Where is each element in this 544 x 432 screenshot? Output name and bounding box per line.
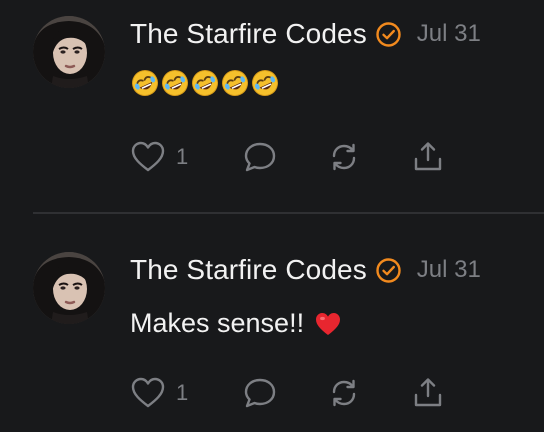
rofl-emoji-icon (190, 68, 220, 98)
post-date[interactable]: Jul 31 (417, 256, 481, 284)
share-button[interactable] (410, 373, 446, 413)
reply-button[interactable] (242, 373, 278, 413)
red-heart-emoji-icon (314, 311, 342, 337)
rofl-emoji-icon (250, 68, 280, 98)
like-button[interactable]: 1 (130, 137, 188, 177)
repost-arrows-icon (332, 143, 356, 171)
post-header: The Starfire Codes Jul 31 (130, 254, 481, 286)
repost-arrows-icon (332, 379, 356, 407)
post-body: Makes sense!! (130, 308, 342, 339)
speech-bubble-icon (244, 378, 276, 408)
share-upload-icon (414, 142, 442, 171)
thread-feed: The Starfire Codes Jul 31 1 The Starfire… (0, 0, 544, 432)
emoji-row (130, 68, 280, 98)
like-count: 1 (176, 380, 189, 405)
like-count: 1 (176, 144, 189, 169)
avatar[interactable] (33, 16, 105, 88)
post-date[interactable]: Jul 31 (417, 20, 481, 48)
author-name[interactable]: The Starfire Codes (130, 254, 367, 286)
post-body (130, 68, 280, 98)
rofl-emoji-icon (220, 68, 250, 98)
post-actions: 1 (130, 137, 460, 177)
like-button[interactable]: 1 (130, 373, 188, 413)
heart-outline-icon (131, 141, 165, 172)
verified-check-icon (375, 21, 402, 48)
heart-outline-icon (131, 377, 165, 408)
post-header: The Starfire Codes Jul 31 (130, 18, 481, 50)
rofl-emoji-icon (130, 68, 160, 98)
author-name[interactable]: The Starfire Codes (130, 18, 367, 50)
post-actions: 1 (130, 373, 460, 413)
reply-button[interactable] (242, 137, 278, 177)
speech-bubble-icon (244, 142, 276, 172)
repost-button[interactable] (326, 137, 362, 177)
share-upload-icon (414, 378, 442, 407)
divider (33, 212, 544, 214)
share-button[interactable] (410, 137, 446, 177)
post-text: Makes sense!! (130, 308, 305, 338)
rofl-emoji-icon (160, 68, 190, 98)
avatar[interactable] (33, 252, 105, 324)
repost-button[interactable] (326, 373, 362, 413)
verified-check-icon (375, 257, 402, 284)
